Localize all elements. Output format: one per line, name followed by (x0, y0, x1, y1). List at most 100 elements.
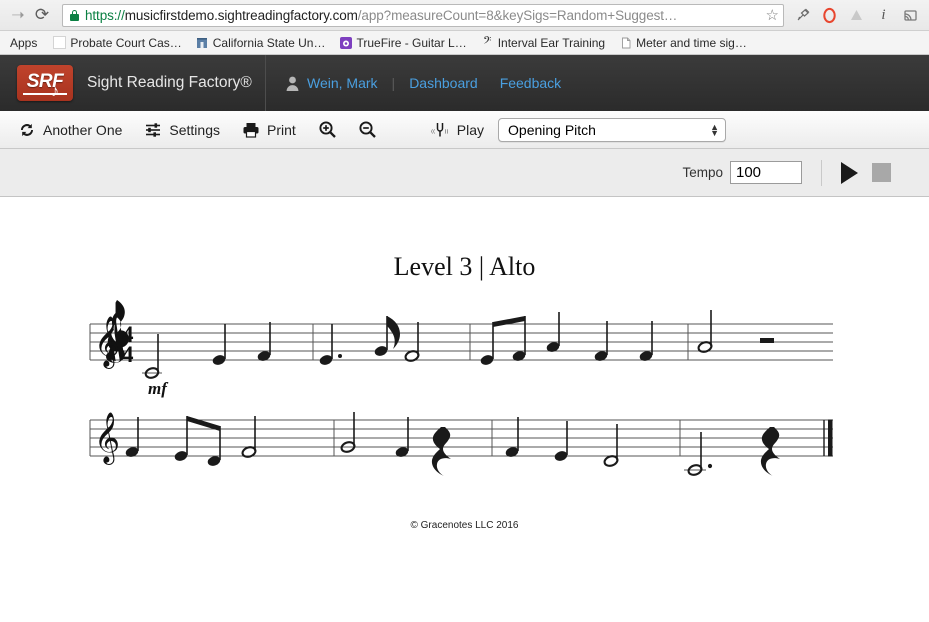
measure-1-4 (697, 310, 774, 353)
bookmarks-bar: Apps Probate Court Cas… California State… (0, 31, 929, 55)
site-header: SRF ♪ Sight Reading Factory® Wein, Mark … (0, 55, 929, 111)
svg-text:⟨⟨: ⟨⟨ (431, 129, 435, 135)
zoom-out-button[interactable] (358, 120, 384, 139)
url-text: https://musicfirstdemo.sightreadingfacto… (85, 8, 677, 23)
bookmark-label: TrueFire - Guitar L… (356, 35, 467, 50)
url-path: /app?measureCount=8&keySigs=Random+Sugge… (357, 7, 678, 23)
settings-label: Settings (169, 121, 220, 138)
document-icon (619, 36, 632, 49)
another-one-button[interactable]: Another One (18, 121, 122, 139)
bookmark-item[interactable]: 𝄢 Interval Ear Training (474, 35, 612, 51)
system-1: 𝄞 4 4 mf (89, 300, 833, 398)
bookmark-item[interactable]: California State Un… (189, 35, 333, 51)
apps-button[interactable]: Apps (6, 36, 46, 50)
bookmark-item[interactable]: Probate Court Cas… (46, 35, 188, 51)
settings-button[interactable]: Settings (144, 121, 220, 139)
another-one-label: Another One (43, 121, 123, 138)
printer-icon (242, 121, 260, 139)
bookmark-label: Probate Court Cas… (70, 35, 182, 50)
url-scheme: https:// (85, 7, 125, 23)
tempo-value: 100 (736, 164, 762, 181)
dynamic-marking: mf (148, 379, 169, 398)
refresh-cycle-icon (18, 121, 36, 139)
zoom-in-icon (318, 120, 337, 139)
opera-o-icon[interactable] (817, 3, 842, 28)
extension-icons: i (790, 3, 923, 28)
cast-icon[interactable] (898, 3, 923, 28)
reload-button[interactable]: ⟳ (30, 3, 54, 27)
svg-text:𝄞: 𝄞 (94, 316, 120, 369)
bass-clef-icon: 𝄢 (483, 35, 492, 50)
quarter-rest-icon (431, 427, 451, 476)
half-rest-icon (760, 338, 774, 343)
header-divider (265, 55, 266, 111)
score-title: Level 3 | Alto (393, 252, 536, 281)
measure-2-2 (340, 412, 493, 476)
forward-button[interactable]: ➝ (6, 3, 30, 27)
user-avatar-icon (286, 76, 299, 91)
browser-window: ➝ ⟳ https://musicfirstdemo.sightreadingf… (0, 0, 929, 622)
blank-page-icon (53, 36, 67, 49)
zoom-in-button[interactable] (318, 120, 344, 139)
quarter-rest-icon (760, 427, 780, 476)
transport-bar: Tempo 100 (0, 149, 929, 197)
measure-2-1 (125, 416, 335, 466)
bookmark-item[interactable]: Meter and time sig… (612, 35, 754, 51)
treble-clef-glyph: 𝄞 (94, 412, 120, 465)
url-host: musicfirstdemo.sightreadingfactory.com (124, 7, 358, 23)
user-block[interactable]: Wein, Mark (286, 75, 378, 91)
stop-square-icon[interactable] (872, 163, 891, 182)
system-2: 𝄞 (89, 412, 833, 476)
tuning-fork-icon: ⟨⟨ ⟩⟩ (430, 120, 450, 140)
logo-underline (23, 93, 67, 95)
svg-text:⟩⟩: ⟩⟩ (444, 129, 448, 135)
browser-toolbar: ➝ ⟳ https://musicfirstdemo.sightreadingf… (0, 0, 929, 31)
treble-clef-glyph: 𝄞 (94, 316, 120, 369)
google-drive-icon[interactable] (844, 3, 869, 28)
transport-divider (821, 159, 822, 186)
bookmark-label: Meter and time sig… (636, 35, 747, 50)
staff-lines-1 (89, 323, 833, 361)
bookmark-star-icon[interactable]: ☆ (761, 6, 779, 24)
tempo-label: Tempo (682, 165, 723, 180)
user-name[interactable]: Wein, Mark (307, 75, 378, 91)
play-label: Play (456, 121, 485, 138)
music-notation: 𝄞 4 4 mf 𝄞 (89, 300, 833, 476)
zoom-out-icon (358, 120, 377, 139)
opening-pitch-select[interactable]: Opening Pitch ▲ ▼ (498, 117, 727, 142)
print-button[interactable]: Print (242, 121, 296, 139)
opening-pitch-value: Opening Pitch (508, 121, 596, 138)
brand-block[interactable]: SRF ♪ Sight Reading Factory® (0, 65, 265, 101)
play-pitch-button[interactable]: ⟨⟨ ⟩⟩ Play (430, 120, 484, 140)
building-icon (196, 36, 209, 49)
play-triangle-icon[interactable] (841, 161, 858, 184)
sliders-icon (144, 121, 162, 139)
svg-text:𝄞: 𝄞 (94, 412, 120, 465)
srf-logo: SRF ♪ (17, 65, 73, 101)
time-signature: 4 4 (122, 322, 134, 367)
brand-name: Sight Reading Factory® (87, 74, 252, 91)
extension-bug-icon[interactable] (790, 3, 815, 28)
measure-2-3 (505, 417, 681, 467)
measure-1-3 (480, 312, 689, 365)
staff-lines-2 (89, 419, 833, 457)
bookmark-label: Interval Ear Training (497, 35, 606, 50)
bookmark-label: California State Un… (212, 35, 326, 50)
header-separator: | (391, 75, 396, 91)
lock-icon (70, 9, 79, 21)
tempo-group: Tempo 100 (682, 161, 802, 184)
eighth-note-icon: ♪ (51, 83, 59, 100)
bookmark-item[interactable]: TrueFire - Guitar L… (332, 35, 473, 51)
nav-link-dashboard[interactable]: Dashboard (409, 75, 478, 91)
info-italic-icon[interactable]: i (871, 3, 896, 28)
print-label: Print (266, 121, 296, 138)
app-toolbar: Another One Settings Print ⟨⟨ ⟩⟩ Play Op… (0, 111, 929, 149)
spinner-updown-icon: ▲ ▼ (710, 121, 720, 138)
nav-link-feedback[interactable]: Feedback (500, 75, 561, 91)
score-area: Level 3 | Alto 𝄞 4 4 mf 𝄞 © Gracenotes L… (0, 197, 929, 622)
time-sig-denominator: 4 (122, 342, 134, 367)
truefire-icon (339, 36, 352, 49)
address-bar[interactable]: https://musicfirstdemo.sightreadingfacto… (62, 3, 784, 27)
score-copyright: © Gracenotes LLC 2016 (410, 520, 519, 531)
tempo-input[interactable]: 100 (730, 161, 802, 184)
